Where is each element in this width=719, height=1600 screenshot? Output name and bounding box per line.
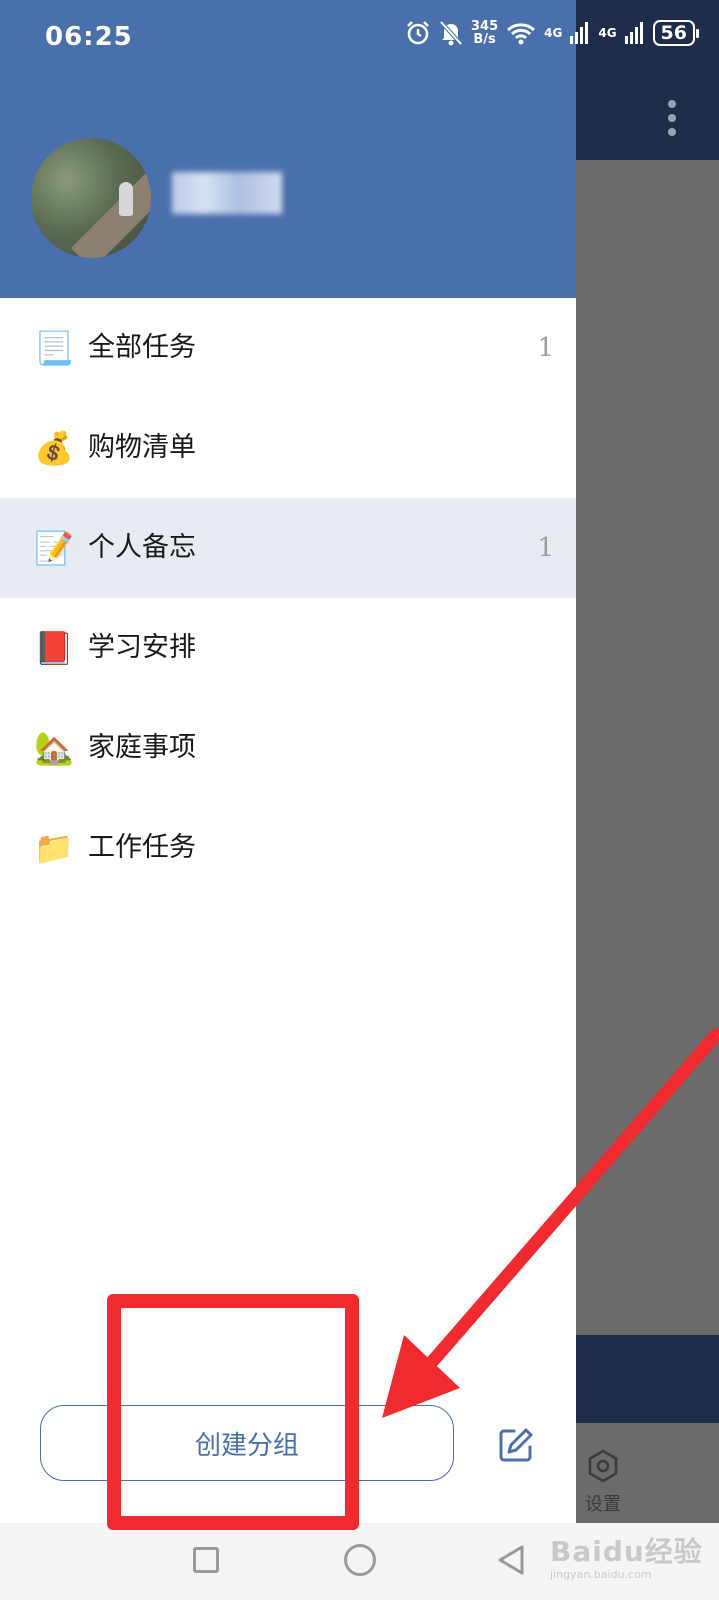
signal-icon — [570, 22, 589, 44]
status-bar: 06:25 345 B/s 4G 4G 56 — [0, 0, 719, 78]
annotation-arrow — [382, 1028, 719, 1418]
alarm-icon — [407, 21, 429, 45]
mute-bell-icon — [439, 20, 463, 46]
battery-indicator: 56 — [652, 20, 700, 46]
wifi-icon — [507, 23, 536, 45]
clock: 06:25 — [45, 22, 133, 52]
signal-type-2: 4G — [598, 26, 617, 40]
signal-icon — [624, 22, 643, 44]
network-speed: 345 B/s — [471, 19, 499, 47]
signal-type-1: 4G — [544, 26, 563, 40]
